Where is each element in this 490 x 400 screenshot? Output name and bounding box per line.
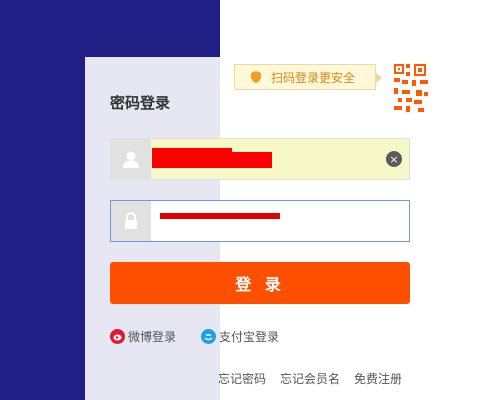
user-icon xyxy=(111,139,151,179)
qr-login-tip[interactable]: 扫码登录更安全 xyxy=(234,64,382,90)
footer-links: 忘记密码 忘记会员名 免费注册 xyxy=(218,370,402,387)
password-field[interactable] xyxy=(110,200,410,242)
forgot-username-link[interactable]: 忘记会员名 xyxy=(280,370,340,387)
register-link[interactable]: 免费注册 xyxy=(354,370,402,387)
qr-code-icon[interactable] xyxy=(392,62,430,118)
clear-input-icon[interactable]: × xyxy=(386,151,402,167)
forgot-password-link[interactable]: 忘记密码 xyxy=(218,370,266,387)
lock-icon xyxy=(111,201,151,241)
login-button[interactable]: 登 录 xyxy=(110,262,410,304)
shield-icon xyxy=(249,70,263,84)
qr-tip-label: 扫码登录更安全 xyxy=(271,70,356,85)
username-redaction xyxy=(152,152,272,168)
alipay-login-label: 支付宝登录 xyxy=(219,330,280,344)
page-title: 密码登录 xyxy=(110,94,171,112)
weibo-login-label: 微博登录 xyxy=(128,330,177,344)
weibo-login-link[interactable]: 微博登录 xyxy=(110,328,176,345)
alipay-login-link[interactable]: 支付宝登录 xyxy=(201,328,279,345)
alipay-icon xyxy=(201,329,216,344)
weibo-icon xyxy=(110,329,125,344)
password-redaction xyxy=(160,213,280,219)
